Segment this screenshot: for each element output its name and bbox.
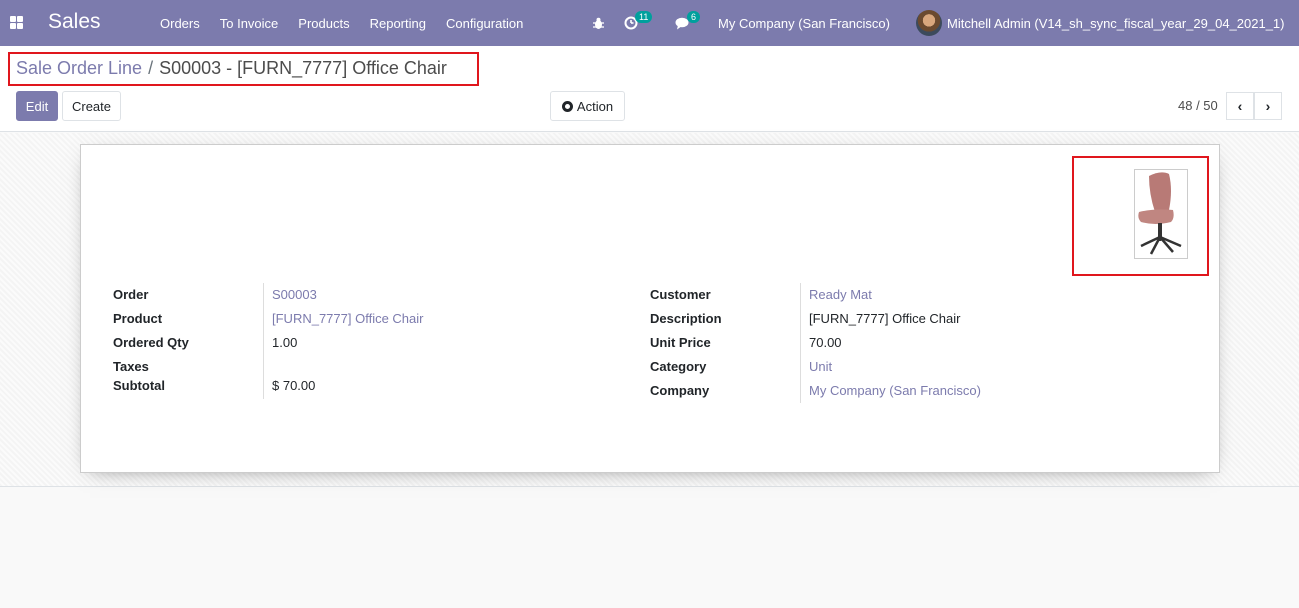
menu-item-reporting[interactable]: Reporting [360, 16, 436, 31]
breadcrumb: Sale Order Line / S00003 - [FURN_7777] Off… [16, 58, 447, 79]
ordered-qty-label: Ordered Qty [113, 335, 189, 350]
right-group-divider [800, 283, 801, 403]
activity-menu[interactable]: 11 [624, 0, 653, 46]
unit-price-value: 70.00 [809, 335, 842, 350]
company-link[interactable]: My Company (San Francisco) [809, 383, 981, 398]
pager-next-button[interactable]: › [1254, 92, 1282, 120]
product-link[interactable]: [FURN_7777] Office Chair [272, 311, 424, 326]
user-menu[interactable]: Mitchell Admin (V14_sh_sync_fiscal_year_… [916, 0, 1285, 46]
description-value: [FURN_7777] Office Chair [809, 311, 961, 326]
main-menu: Orders To Invoice Products Reporting Con… [150, 0, 533, 46]
taxes-label: Taxes [113, 359, 149, 374]
company-label: Company [650, 383, 710, 398]
app-title[interactable]: Sales [48, 10, 101, 34]
apps-grid-icon[interactable] [10, 16, 23, 29]
message-count-badge: 6 [687, 11, 701, 23]
product-label: Product [113, 311, 163, 326]
top-navbar: Sales Orders To Invoice Products Reporti… [0, 0, 1299, 46]
control-panel: Sale Order Line / S00003 - [FURN_7777] Off… [0, 46, 1299, 132]
bug-icon [593, 17, 604, 29]
avatar [916, 10, 942, 36]
messages-menu[interactable]: 6 [675, 0, 701, 46]
left-group-divider [263, 283, 264, 399]
office-chair-image [1138, 172, 1182, 255]
subtotal-value: $ 70.00 [272, 378, 316, 393]
description-label: Description [650, 311, 722, 326]
customer-link[interactable]: Ready Mat [809, 287, 872, 302]
category-label: Category [650, 359, 707, 374]
customer-label: Customer [650, 287, 711, 302]
pager-value[interactable]: 48 / 50 [1178, 98, 1218, 113]
chevron-right-icon: › [1265, 98, 1271, 114]
breadcrumb-parent-link[interactable]: Sale Order Line [16, 58, 142, 78]
debug-menu[interactable] [592, 0, 605, 46]
user-name: Mitchell Admin (V14_sh_sync_fiscal_year_… [947, 15, 1285, 31]
order-label: Order [113, 287, 149, 302]
breadcrumb-separator: / [148, 58, 154, 78]
menu-item-orders[interactable]: Orders [150, 16, 210, 31]
activity-count-badge: 11 [635, 11, 653, 23]
menu-item-configuration[interactable]: Configuration [436, 16, 533, 31]
form-sheet [80, 144, 1220, 473]
category-link[interactable]: Unit [809, 359, 832, 374]
order-link[interactable]: S00003 [272, 287, 317, 302]
breadcrumb-current: S00003 - [FURN_7777] Office Chair [159, 58, 447, 78]
menu-item-products[interactable]: Products [288, 16, 359, 31]
menu-item-to-invoice[interactable]: To Invoice [210, 16, 289, 31]
gear-icon [561, 100, 573, 112]
create-button[interactable]: Create [62, 91, 121, 121]
pager-previous-button[interactable]: ‹ [1226, 92, 1254, 120]
subtotal-label: Subtotal [113, 378, 165, 393]
ordered-qty-value: 1.00 [272, 335, 298, 350]
product-image[interactable] [1134, 169, 1188, 259]
chevron-left-icon: ‹ [1237, 98, 1243, 114]
company-switcher[interactable]: My Company (San Francisco) [718, 0, 890, 46]
action-label: Action [576, 98, 614, 114]
edit-button[interactable]: Edit [16, 91, 58, 121]
unit-price-label: Unit Price [650, 335, 711, 350]
action-button[interactable]: Action [550, 91, 625, 121]
